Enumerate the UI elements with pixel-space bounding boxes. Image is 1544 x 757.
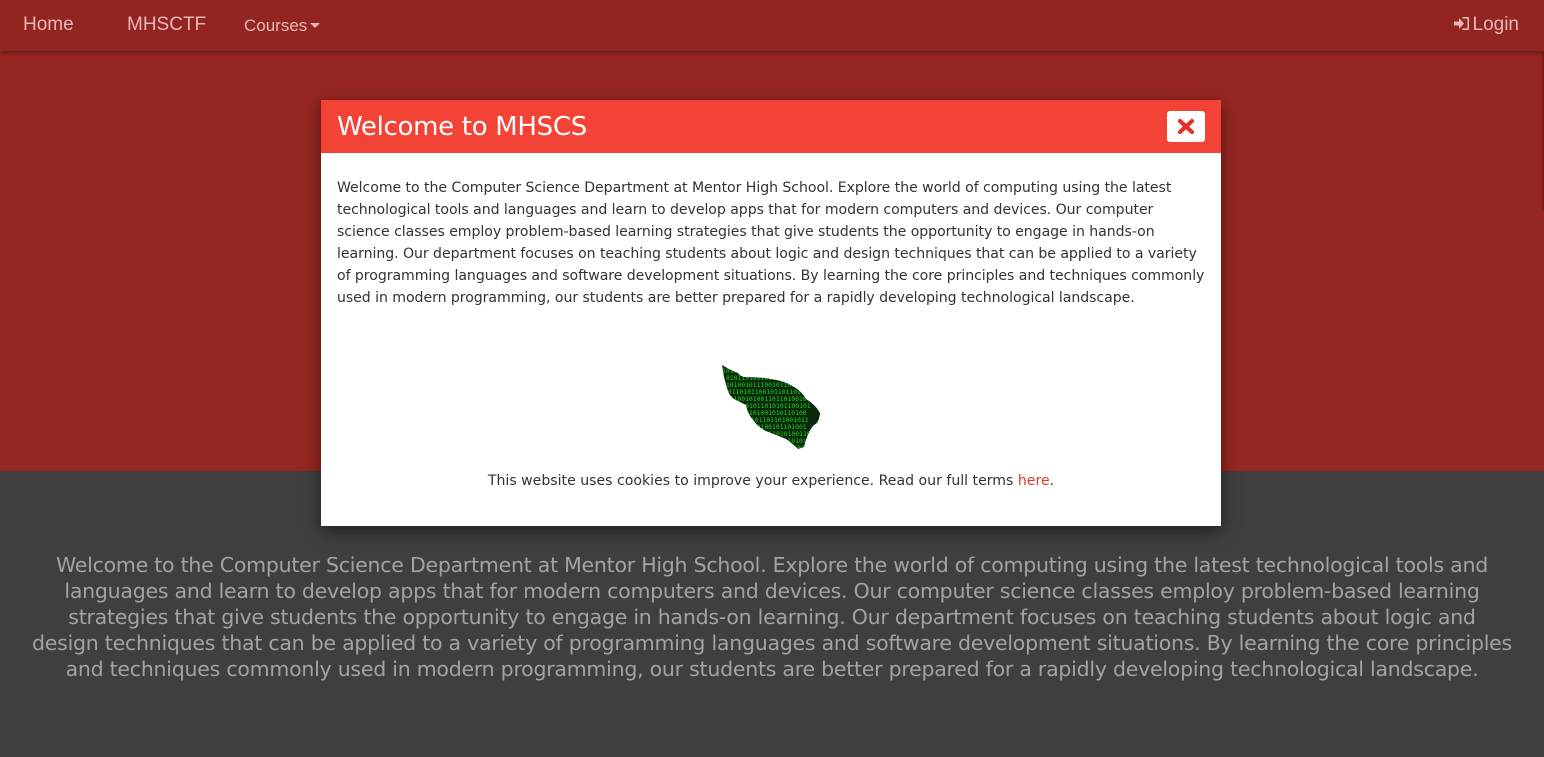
nav-login-link[interactable]: Login	[1453, 13, 1520, 37]
close-icon	[1177, 118, 1195, 135]
nav-courses-dropdown[interactable]: Courses	[244, 14, 321, 38]
cookie-notice-end: .	[1049, 473, 1055, 489]
nav-courses-label: Courses	[244, 16, 308, 35]
sign-in-icon	[1453, 16, 1469, 30]
modal-body-text: Welcome to the Computer Science Departme…	[337, 180, 1205, 306]
cookie-notice: This website uses cookies to improve you…	[321, 470, 1221, 492]
welcome-modal: Welcome to MHSCS Welcome to the Computer…	[321, 100, 1221, 526]
nav-mhsctf-link[interactable]: MHSCTF	[127, 13, 206, 37]
top-navbar: Home MHSCTF Courses Login	[0, 0, 1544, 51]
modal-header: Welcome to MHSCS	[321, 100, 1221, 153]
svg-text:0010110101001101011010: 0010110101001101011010	[724, 444, 809, 451]
nav-login-label: Login	[1472, 14, 1520, 35]
cookie-terms-link[interactable]: here	[1018, 473, 1050, 489]
cookie-notice-text: This website uses cookies to improve you…	[487, 473, 1018, 489]
nav-home-link[interactable]: Home	[23, 13, 74, 37]
modal-close-button[interactable]	[1167, 111, 1205, 142]
modal-title: Welcome to MHSCS	[337, 112, 587, 142]
about-text: Welcome to the Computer Science Departme…	[32, 553, 1512, 681]
binary-cardinal-logo: 1010110001101110 0101101001011010 110100…	[722, 365, 820, 451]
caret-down-icon	[310, 23, 321, 29]
page: Home MHSCTF Courses Login Welcome to the…	[0, 0, 1544, 757]
